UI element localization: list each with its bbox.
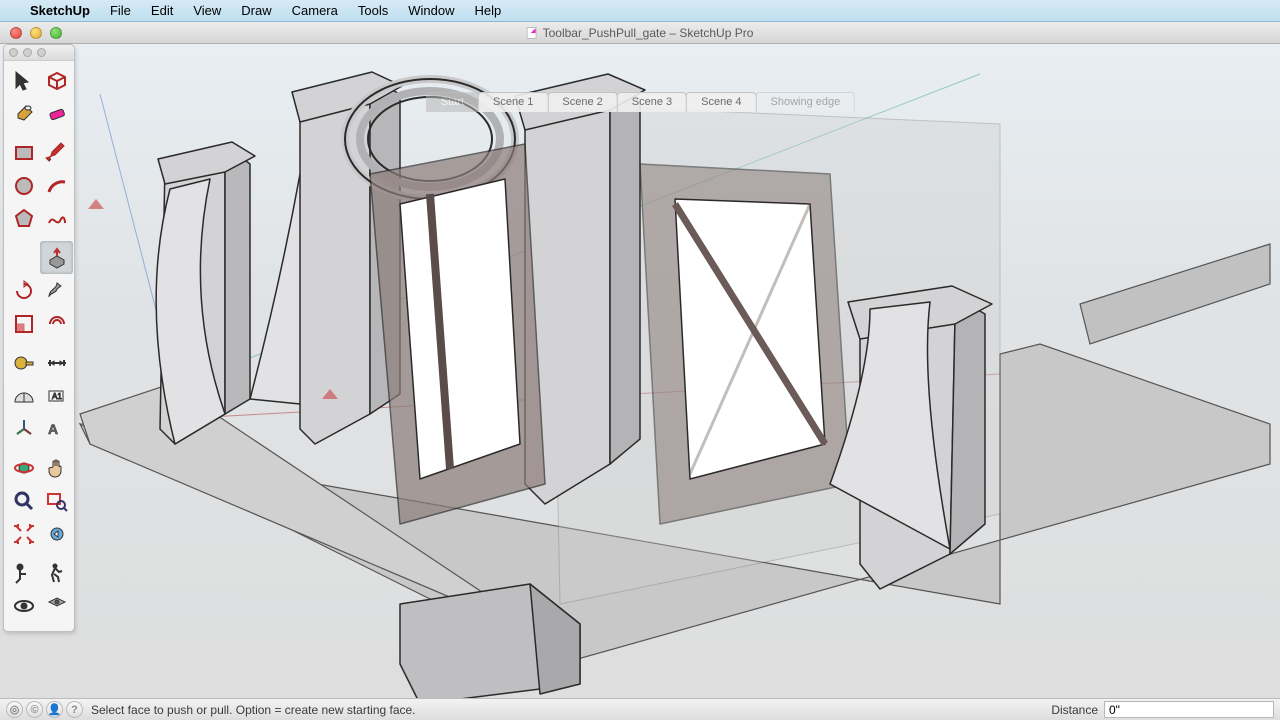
line-tool[interactable]: [40, 136, 73, 169]
menubar-file[interactable]: File: [110, 3, 131, 18]
scene-tab-3[interactable]: Scene 3: [617, 92, 687, 112]
arc-tool[interactable]: [40, 169, 73, 202]
zoom-window-button[interactable]: [50, 27, 62, 39]
minimize-window-button[interactable]: [30, 27, 42, 39]
document-icon: [527, 27, 537, 39]
pan-tool[interactable]: [40, 451, 73, 484]
menubar-window[interactable]: Window: [408, 3, 454, 18]
status-geolocate-icon[interactable]: ◎: [6, 701, 23, 718]
model-view-svg: [0, 44, 1280, 698]
status-help-icon[interactable]: ?: [66, 701, 83, 718]
palette-zoom-icon[interactable]: [37, 48, 46, 57]
window-titlebar: Toolbar_PushPull_gate – SketchUp Pro: [0, 22, 1280, 44]
menubar-view[interactable]: View: [193, 3, 221, 18]
polygon-tool[interactable]: [7, 202, 40, 235]
freehand-tool[interactable]: [40, 202, 73, 235]
eraser-tool[interactable]: [40, 97, 73, 130]
status-credits-icon[interactable]: ©: [26, 701, 43, 718]
followme-tool[interactable]: [40, 274, 73, 307]
traffic-lights: [10, 27, 62, 39]
status-signin-icon[interactable]: 👤: [46, 701, 63, 718]
zoom-tool[interactable]: [7, 484, 40, 517]
scene-tab-start[interactable]: Start: [426, 92, 479, 112]
protractor-tool[interactable]: [7, 379, 40, 412]
look-around-tool[interactable]: [7, 589, 40, 622]
close-window-button[interactable]: [10, 27, 22, 39]
scene-tab-4[interactable]: Scene 4: [686, 92, 756, 112]
scene-tabs: Start Scene 1 Scene 2 Scene 3 Scene 4 Sh…: [426, 92, 854, 112]
select-tool[interactable]: [7, 64, 40, 97]
tool-palette-titlebar[interactable]: [4, 45, 74, 61]
previous-view-tool[interactable]: [40, 517, 73, 550]
offset-tool[interactable]: [40, 307, 73, 340]
tape-measure-tool[interactable]: [7, 346, 40, 379]
section-plane-tool[interactable]: [40, 589, 73, 622]
scale-tool[interactable]: [7, 307, 40, 340]
menubar-edit[interactable]: Edit: [151, 3, 173, 18]
svg-text:A: A: [48, 421, 58, 437]
zoom-extents-tool[interactable]: [7, 517, 40, 550]
move-tool[interactable]: [7, 241, 40, 274]
position-camera-tool[interactable]: [7, 556, 40, 589]
menubar-tools[interactable]: Tools: [358, 3, 388, 18]
paint-bucket-tool[interactable]: [7, 97, 40, 130]
orbit-tool[interactable]: [7, 451, 40, 484]
dimension-tool[interactable]: [40, 346, 73, 379]
rotate-tool[interactable]: [7, 274, 40, 307]
vcb-input[interactable]: [1104, 701, 1274, 718]
tool-palette[interactable]: A1 A: [3, 44, 75, 632]
scene-tab-showing-edge[interactable]: Showing edge: [756, 92, 856, 112]
status-hint-text: Select face to push or pull. Option = cr…: [91, 703, 1051, 717]
rectangle-tool[interactable]: [7, 136, 40, 169]
mac-menubar: SketchUp File Edit View Draw Camera Tool…: [0, 0, 1280, 22]
walk-tool[interactable]: [40, 556, 73, 589]
svg-text:A1: A1: [52, 392, 62, 401]
zoom-window-tool[interactable]: [40, 484, 73, 517]
3dtext-tool[interactable]: A: [40, 412, 73, 445]
model-viewport[interactable]: Start Scene 1 Scene 2 Scene 3 Scene 4 Sh…: [0, 44, 1280, 698]
scene-tab-2[interactable]: Scene 2: [547, 92, 617, 112]
menubar-camera[interactable]: Camera: [292, 3, 338, 18]
scene-tab-1[interactable]: Scene 1: [478, 92, 548, 112]
statusbar: ◎ © 👤 ? Select face to push or pull. Opt…: [0, 698, 1280, 720]
palette-close-icon[interactable]: [9, 48, 18, 57]
text-tool[interactable]: A1: [40, 379, 73, 412]
pushpull-tool[interactable]: [40, 241, 73, 274]
menubar-help[interactable]: Help: [474, 3, 501, 18]
vcb-label: Distance: [1051, 703, 1098, 717]
palette-min-icon[interactable]: [23, 48, 32, 57]
circle-tool[interactable]: [7, 169, 40, 202]
axes-tool[interactable]: [7, 412, 40, 445]
make-component-tool[interactable]: [40, 64, 73, 97]
window-title: Toolbar_PushPull_gate – SketchUp Pro: [543, 26, 754, 40]
menubar-draw[interactable]: Draw: [241, 3, 271, 18]
app-menu[interactable]: SketchUp: [30, 3, 90, 18]
